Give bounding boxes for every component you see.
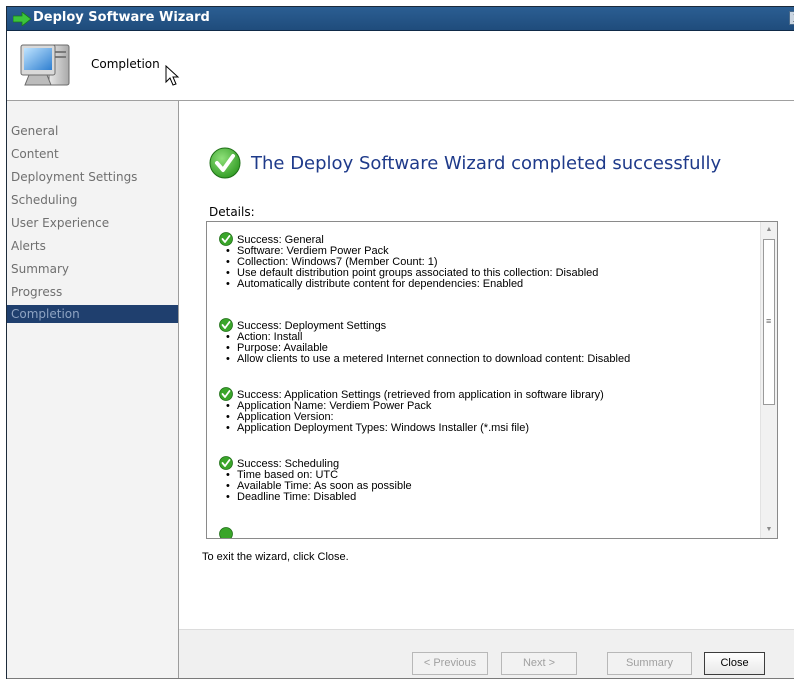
wizard-header: Completion [7,31,794,101]
wizard-steps-sidebar: General Content Deployment Settings Sche… [7,101,179,679]
detail-item: Automatically distribute content for dep… [219,279,754,291]
section-general: Success: General Software: Verdiem Power… [219,232,754,290]
window-title: Deploy Software Wizard [33,10,210,25]
scroll-up-arrow-icon[interactable]: ▲ [761,222,777,238]
detail-item: Allow clients to use a metered Internet … [219,354,754,366]
section-application-settings: Success: Application Settings (retrieved… [219,387,754,434]
page-title: Completion [91,57,160,71]
close-window-button[interactable]: X [789,11,794,25]
success-check-icon [209,147,241,179]
sidebar-item-content: Content [11,147,59,161]
success-check-icon [219,387,233,401]
details-panel: Success: General Software: Verdiem Power… [206,221,778,539]
sidebar-item-alerts: Alerts [11,239,46,253]
grip-icon: ≡ [766,316,772,326]
sidebar-item-general: General [11,124,59,138]
sidebar-item-scheduling: Scheduling [11,193,78,207]
mouse-cursor-icon [165,65,180,86]
completion-headline: The Deploy Software Wizard completed suc… [251,153,722,174]
main-content: The Deploy Software Wizard completed suc… [179,101,794,679]
success-check-icon [219,318,233,332]
details-content: Success: General Software: Verdiem Power… [207,222,760,538]
scroll-down-arrow-icon[interactable]: ▼ [761,522,777,538]
detail-item: Deadline Time: Disabled [219,492,754,504]
sidebar-item-deployment-settings: Deployment Settings [11,170,138,184]
green-arrow-icon [13,12,31,26]
success-check-icon [219,527,233,538]
summary-button[interactable]: Summary [607,652,692,675]
sidebar-item-completion: Completion [7,305,178,323]
exit-instructions: To exit the wizard, click Close. [202,551,349,563]
button-bar: < Previous Next > Summary Close [179,629,794,679]
computer-icon [20,44,70,86]
detail-item: Application Deployment Types: Windows In… [219,423,754,435]
section-deployment-settings: Success: Deployment Settings Action: Ins… [219,318,754,365]
previous-button[interactable]: < Previous [412,652,488,675]
success-check-icon [219,456,233,470]
sidebar-item-progress: Progress [11,285,63,299]
sidebar-item-user-experience: User Experience [11,216,110,230]
success-check-icon [219,232,233,246]
title-bar: Deploy Software Wizard X [7,7,794,31]
wizard-window: Deploy Software Wizard X Completion [6,6,794,679]
details-label: Details: [209,205,255,219]
sidebar-item-summary: Summary [11,262,69,276]
section-scheduling: Success: Scheduling Time based on: UTC A… [219,456,754,503]
scrollbar-thumb[interactable]: ≡ [763,239,775,405]
close-button[interactable]: Close [704,652,765,675]
next-button[interactable]: Next > [501,652,577,675]
details-scrollbar[interactable]: ▲ ≡ ▼ [760,222,777,538]
